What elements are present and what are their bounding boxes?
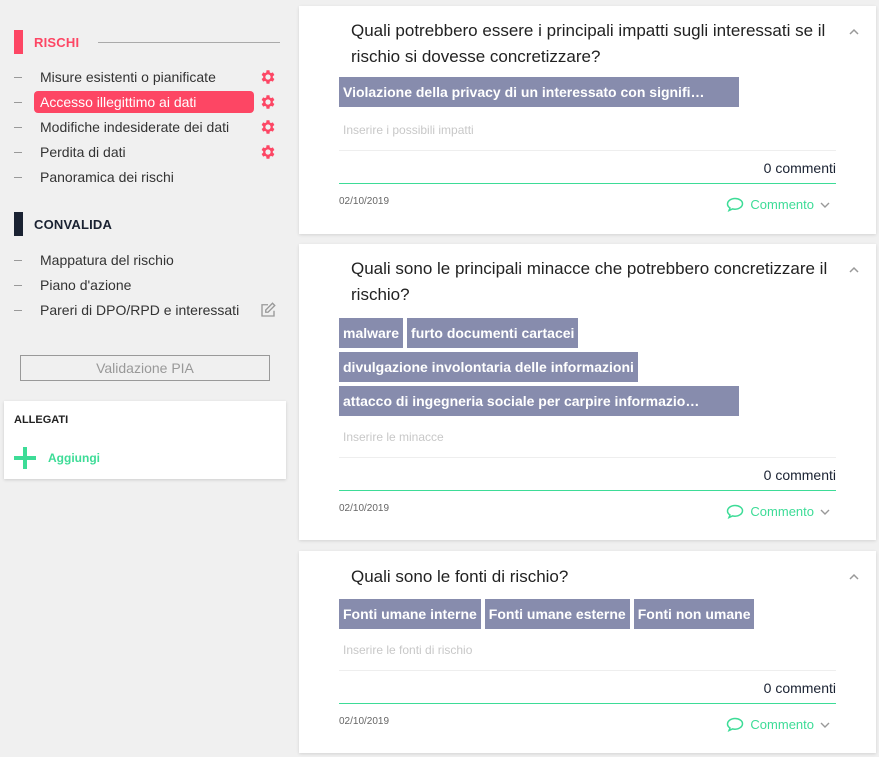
comment-label: Commento: [750, 504, 814, 519]
attachments-panel: ALLEGATI Aggiungi: [4, 401, 286, 479]
sidebar-item-label: Panoramica dei rischi: [40, 169, 174, 185]
sidebar-item-label: Accesso illegittimo ai dati: [34, 91, 254, 113]
add-attachment-button[interactable]: Aggiungi: [14, 447, 100, 469]
sidebar-item-label: Misure esistenti o pianificate: [40, 69, 216, 85]
chip-list: Violazione della privacy di un interessa…: [339, 77, 849, 111]
plus-icon: [14, 447, 36, 469]
comment-label: Commento: [750, 197, 814, 212]
sidebar-item-label: Modifiche indesiderate dei dati: [40, 119, 230, 135]
sidebar-item-piano-azione[interactable]: Piano d'azione: [14, 274, 279, 296]
sidebar-item-mappatura-rischio[interactable]: Mappatura del rischio: [14, 249, 279, 271]
sidebar-item-modifiche-indesiderate[interactable]: Modifiche indesiderate dei dati: [14, 116, 279, 138]
sidebar-item-label: Perdita di dati: [40, 144, 126, 160]
chip-list: malware furto documenti cartacei divulga…: [339, 318, 849, 420]
sidebar-item-pareri-dpo[interactable]: Pareri di DPO/RPD e interessati: [14, 299, 279, 321]
chevron-down-icon: [820, 202, 830, 208]
comment-button[interactable]: Commento: [726, 717, 836, 732]
gear-icon[interactable]: [259, 143, 277, 161]
comment-button[interactable]: Commento: [726, 504, 836, 519]
comment-label: Commento: [750, 717, 814, 732]
sidebar-item-panoramica-rischi[interactable]: Panoramica dei rischi: [14, 166, 279, 188]
sidebar-item-label: Pareri di DPO/RPD e interessati: [40, 302, 240, 318]
question-text: Quali sono le principali minacce che pot…: [351, 259, 828, 304]
chevron-up-icon[interactable]: [848, 26, 860, 38]
chip-list: Fonti umane interne Fonti umane esterne …: [339, 599, 849, 633]
chevron-down-icon: [820, 722, 830, 728]
threat-chip[interactable]: malware: [339, 318, 404, 348]
source-chip[interactable]: Fonti umane esterne: [484, 599, 630, 629]
speech-bubble-icon: [727, 717, 744, 732]
section-header-convalida: CONVALIDA: [14, 212, 112, 236]
date-label: 02/10/2019: [339, 716, 390, 727]
sidebar: RISCHI Misure esistenti o pianificate Ac…: [0, 0, 290, 757]
chevron-up-icon[interactable]: [848, 264, 860, 276]
comment-button[interactable]: Commento: [726, 197, 836, 212]
date-label: 02/10/2019: [339, 196, 390, 207]
section-header-rischi: RISCHI: [14, 30, 281, 54]
sidebar-item-label: Piano d'azione: [40, 277, 132, 293]
gear-icon[interactable]: [259, 118, 277, 136]
sidebar-item-perdita-dati[interactable]: Perdita di dati: [14, 141, 279, 163]
date-label: 02/10/2019: [339, 503, 390, 514]
attachments-title: ALLEGATI: [14, 414, 69, 426]
sidebar-item-misure-esistenti[interactable]: Misure esistenti o pianificate: [14, 66, 279, 88]
speech-bubble-icon: [727, 197, 744, 212]
impact-chip[interactable]: Violazione della privacy di un interessa…: [339, 77, 739, 107]
source-chip[interactable]: Fonti non umane: [633, 599, 755, 629]
impacts-input[interactable]: Inserire i possibili impatti: [343, 123, 474, 137]
speech-bubble-icon: [727, 504, 744, 519]
section-marker: [14, 212, 23, 236]
validate-pia-button[interactable]: Validazione PIA: [20, 355, 270, 381]
comments-count[interactable]: 0 commenti: [764, 467, 836, 483]
add-attachment-label: Aggiungi: [48, 451, 100, 465]
section-title: CONVALIDA: [34, 216, 113, 232]
section-title: RISCHI: [34, 34, 80, 50]
threats-input[interactable]: Inserire le minacce: [343, 430, 444, 444]
question-text: Quali sono le fonti di rischio?: [351, 567, 569, 586]
question-text: Quali potrebbero essere i principali imp…: [351, 21, 826, 66]
threat-chip[interactable]: furto documenti cartacei: [407, 318, 579, 348]
comments-count[interactable]: 0 commenti: [764, 160, 836, 176]
threat-chip[interactable]: attacco di ingegneria sociale per carpir…: [339, 386, 739, 416]
sources-input[interactable]: Inserire le fonti di rischio: [343, 643, 472, 657]
edit-icon[interactable]: [259, 301, 277, 319]
section-marker: [14, 30, 23, 54]
question-card-minacce: Quali sono le principali minacce che pot…: [299, 244, 876, 540]
chevron-up-icon[interactable]: [848, 571, 860, 583]
chevron-down-icon: [820, 509, 830, 515]
threat-chip[interactable]: divulgazione involontaria delle informaz…: [339, 352, 638, 382]
sidebar-item-label: Mappatura del rischio: [40, 252, 174, 268]
comments-count[interactable]: 0 commenti: [764, 680, 836, 696]
divider: [98, 41, 281, 43]
question-card-impatti: Quali potrebbero essere i principali imp…: [299, 6, 876, 234]
question-card-fonti: Quali sono le fonti di rischio? Fonti um…: [299, 551, 876, 753]
gear-icon[interactable]: [259, 93, 277, 111]
sidebar-item-accesso-illegittimo[interactable]: Accesso illegittimo ai dati: [14, 91, 279, 113]
gear-icon[interactable]: [259, 68, 277, 86]
source-chip[interactable]: Fonti umane interne: [339, 599, 481, 629]
